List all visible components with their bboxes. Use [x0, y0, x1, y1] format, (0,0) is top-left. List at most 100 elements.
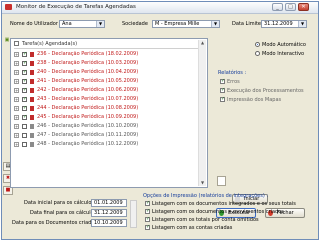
task-label: 245 - Declaração Periódica (10.09.2009): [37, 114, 139, 120]
task-icon: [30, 106, 34, 111]
checkbox-unchecked-icon[interactable]: [22, 124, 27, 129]
report-errors-label: Erros: [227, 79, 240, 85]
checkbox-checked-icon: ✓: [220, 87, 226, 93]
task-icon: [30, 133, 34, 138]
radio-unselected-icon: [255, 51, 260, 56]
checkbox-checked-icon[interactable]: ✓: [22, 52, 27, 57]
interactive-mode-radio[interactable]: Modo Interactivo: [255, 51, 304, 57]
task-label: 248 - Declaração Periódica (10.12.2009): [37, 141, 139, 147]
print-option-4-checkbox[interactable]: ✓ Listagem com as contas criadas: [145, 225, 232, 231]
reports-title: Relatórios :: [218, 70, 247, 76]
task-row[interactable]: + ✓ 245 - Declaração Periódica (10.09.2009…: [14, 114, 198, 121]
checkbox-checked-icon: ✓: [145, 216, 151, 222]
print-option-4-label: Listagem com as contas criadas: [152, 225, 233, 231]
report-errors-checkbox[interactable]: ✓ Erros: [220, 79, 240, 85]
checkbox-checked-icon: ✓: [145, 208, 151, 214]
monitor-window: Monitor de Execução de Tarefas Agendadas…: [1, 1, 319, 240]
report-processing-label: Execução dos Processamentos: [227, 88, 304, 94]
task-row[interactable]: +247 - Declaração Periódica (10.11.2009): [14, 132, 198, 139]
checkbox-checked-icon[interactable]: ✓: [22, 61, 27, 66]
task-icon: [30, 124, 34, 129]
task-label: 244 - Declaração Periódica (10.08.2009): [37, 105, 139, 111]
print-option-2-checkbox[interactable]: ✓ Listagem com os documentos e movimentos…: [145, 209, 284, 215]
checkbox-checked-icon: ✓: [145, 200, 151, 206]
task-row[interactable]: + ✓ 236 - Declaração Periódica (18.02.2009…: [14, 51, 198, 58]
scroll-down-icon[interactable]: ▼: [199, 180, 206, 186]
date-limit-label: Data Limite: [232, 21, 261, 27]
expand-icon[interactable]: +: [14, 133, 19, 138]
task-row[interactable]: + ✓ 241 - Declaração Periódica (10.05.2009…: [14, 78, 198, 85]
expand-icon[interactable]: +: [14, 61, 19, 66]
tree-header: Tarefa(s) Agendada(s): [14, 41, 198, 49]
maximize-button[interactable]: □: [285, 3, 296, 11]
start-date-label: Data inicial para os cálculos: [24, 200, 95, 206]
document-icon[interactable]: [217, 176, 226, 186]
expand-icon[interactable]: +: [14, 115, 19, 120]
expand-icon[interactable]: +: [14, 97, 19, 102]
expand-icon[interactable]: +: [14, 142, 19, 147]
report-processing-checkbox[interactable]: ✓ Execução dos Processamentos: [220, 88, 304, 94]
expand-icon[interactable]: +: [14, 124, 19, 129]
app-icon: [5, 4, 12, 10]
date-limit-field[interactable]: 31.12.2009 ▼: [261, 20, 307, 28]
auto-mode-radio[interactable]: Modo Automático: [255, 42, 306, 48]
checkbox-unchecked-icon[interactable]: [22, 133, 27, 138]
task-row[interactable]: +246 - Declaração Periódica (10.10.2009): [14, 123, 198, 130]
task-row[interactable]: + ✓ 242 - Declaração Periódica (10.06.2009…: [14, 87, 198, 94]
task-icon: [30, 115, 34, 120]
user-label: Nome do Utilizador: [10, 21, 58, 27]
checkbox-checked-icon: ✓: [145, 224, 151, 230]
close-window-button[interactable]: ✕: [298, 3, 309, 11]
docs-date-field[interactable]: 10.10.2009: [91, 219, 127, 227]
interactive-mode-label: Modo Interactivo: [262, 51, 305, 57]
task-row[interactable]: + ✓ 244 - Declaração Periódica (10.08.2009…: [14, 105, 198, 112]
radio-selected-icon: [255, 42, 260, 47]
end-date-field[interactable]: 31.12.2009: [91, 209, 127, 217]
print-option-3-label: Listagem com os totais por conta omitido…: [152, 217, 259, 223]
scroll-up-icon[interactable]: ▲: [199, 40, 206, 46]
docs-date-label: Data para os Documentos criados: [12, 220, 97, 226]
report-print-checkbox[interactable]: ✓ Impressão dos Mapas: [220, 97, 281, 103]
checkbox-unchecked-icon[interactable]: [22, 142, 27, 147]
print-option-1-label: Listagem com os documentos integrados e …: [152, 201, 296, 207]
user-dropdown[interactable]: Ana ▼: [59, 20, 105, 28]
task-icon: [30, 61, 34, 66]
print-options-scrollbar[interactable]: [130, 200, 137, 228]
select-all-checkbox[interactable]: [14, 41, 19, 46]
window-title: Monitor de Execução de Tarefas Agendadas: [16, 4, 136, 10]
expand-icon[interactable]: +: [14, 70, 19, 75]
checkbox-checked-icon[interactable]: ✓: [22, 79, 27, 84]
task-row[interactable]: + ✓ 240 - Declaração Periódica (10.04.2009…: [14, 69, 198, 76]
chevron-down-icon[interactable]: ▼: [96, 21, 104, 27]
expand-icon[interactable]: +: [14, 79, 19, 84]
task-icon: [30, 97, 34, 102]
chevron-down-icon[interactable]: ▼: [211, 21, 219, 27]
task-label: 243 - Declaração Periódica (10.07.2009): [37, 96, 139, 102]
expand-icon[interactable]: +: [14, 88, 19, 93]
checkbox-checked-icon[interactable]: ✓: [22, 97, 27, 102]
title-bar: Monitor de Execução de Tarefas Agendadas…: [2, 2, 318, 14]
task-row[interactable]: + ✓ 243 - Declaração Periódica (10.07.2009…: [14, 96, 198, 103]
minimize-button[interactable]: _: [272, 3, 283, 11]
checkbox-checked-icon[interactable]: ✓: [22, 70, 27, 75]
print-option-1-checkbox[interactable]: ✓ Listagem com os documentos integrados e…: [145, 201, 296, 207]
report-print-label: Impressão dos Mapas: [227, 97, 282, 103]
tree-header-label: Tarefa(s) Agendada(s): [22, 41, 78, 47]
checkbox-checked-icon[interactable]: ✓: [22, 88, 27, 93]
chevron-down-icon[interactable]: ▼: [298, 21, 306, 27]
task-label: 241 - Declaração Periódica (10.05.2009): [37, 78, 139, 84]
task-row[interactable]: + ✓ 238 - Declaração Periódica (10.03.2009…: [14, 60, 198, 67]
company-dropdown[interactable]: M - Empresa Mille ▼: [152, 20, 220, 28]
expand-icon[interactable]: +: [14, 52, 19, 57]
print-option-3-checkbox[interactable]: ✓ Listagem com os totais por conta omitid…: [145, 217, 259, 223]
tree-scrollbar[interactable]: ▲ ▼: [198, 40, 206, 186]
print-option-2-label: Listagem com os documentos e movimentos …: [152, 209, 284, 215]
scheduled-tasks-tree[interactable]: Tarefa(s) Agendada(s) + ✓ 236 - Declaração…: [10, 38, 208, 188]
task-row[interactable]: +248 - Declaração Periódica (10.12.2009): [14, 141, 198, 148]
checkbox-checked-icon[interactable]: ✓: [22, 115, 27, 120]
checkbox-checked-icon[interactable]: ✓: [22, 106, 27, 111]
start-date-field[interactable]: 01.01.2009: [91, 199, 127, 207]
date-limit-value: 31.12.2009: [264, 21, 293, 27]
expand-icon[interactable]: +: [14, 106, 19, 111]
task-label: 246 - Declaração Periódica (10.10.2009): [37, 123, 139, 129]
